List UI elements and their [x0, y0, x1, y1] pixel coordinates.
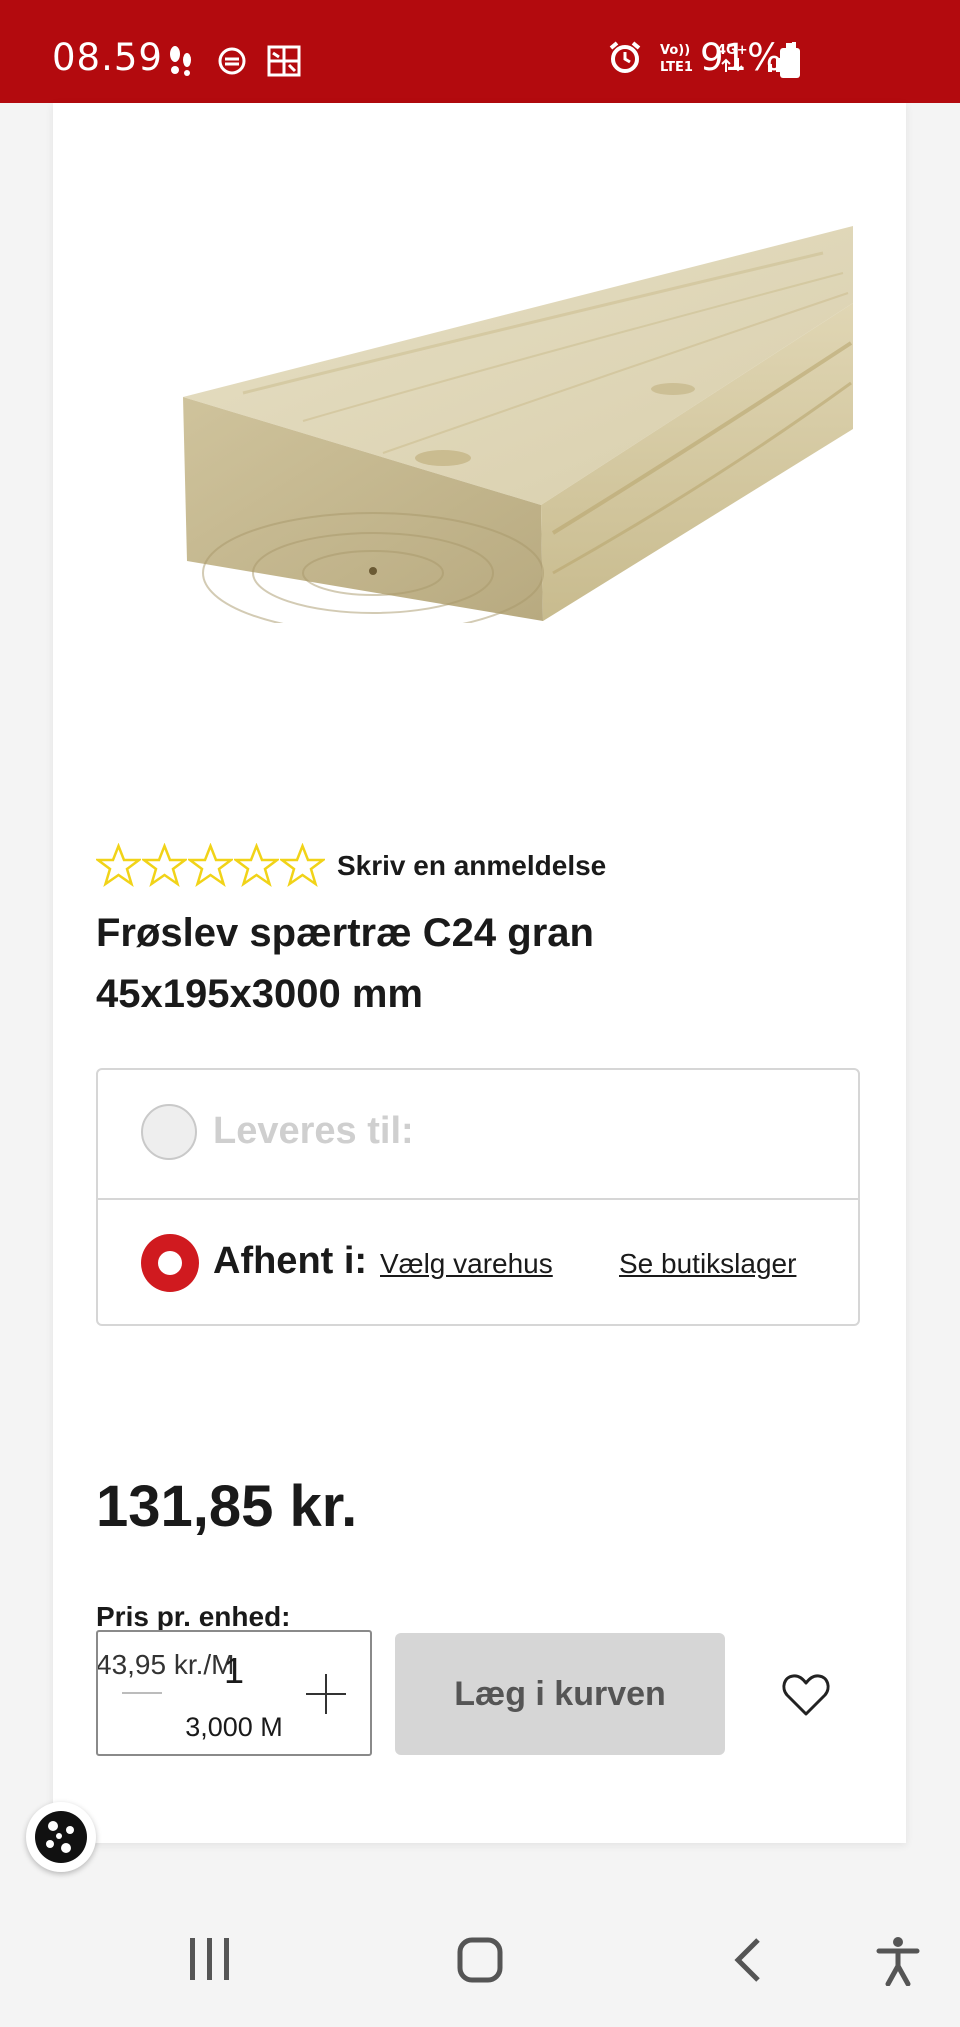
svg-text:LTE1: LTE1 [660, 60, 693, 74]
star-icon[interactable] [96, 843, 141, 888]
quantity-stepper: 1 3,000 M [96, 1630, 372, 1756]
delivery-option-pickup[interactable]: Afhent i: Vælg varehus Se butikslager [98, 1198, 858, 1328]
svg-text:Vo)): Vo)) [660, 43, 690, 58]
heart-icon[interactable] [781, 1670, 831, 1720]
radio-ship[interactable] [141, 1104, 197, 1160]
store-stock-link[interactable]: Se butikslager [619, 1248, 796, 1280]
volte-icon: Vo)) LTE1 [660, 43, 693, 74]
status-time: 08.59 [52, 36, 163, 79]
alarm-icon [609, 41, 641, 73]
delivery-option-ship[interactable]: Leveres til: [98, 1070, 858, 1198]
rating-stars[interactable] [96, 843, 325, 888]
app-notification-icon [218, 47, 246, 75]
notification-icons [165, 44, 301, 78]
product-card: Skriv en anmeldelse Frøslev spærtræ C24 … [53, 103, 906, 1843]
product-title: Frøslev spærtræ C24 gran 45x195x3000 mm [96, 903, 856, 1025]
product-title-line2: 45x195x3000 mm [96, 972, 423, 1016]
choose-store-link[interactable]: Vælg varehus [380, 1248, 553, 1280]
system-nav-bar [0, 1896, 960, 2027]
star-icon[interactable] [142, 843, 187, 888]
back-icon[interactable] [732, 1936, 762, 1984]
quantity-length: 3,000 M [185, 1712, 283, 1742]
delivery-options: Leveres til: Afhent i: Vælg varehus Se b… [96, 1068, 860, 1326]
star-icon[interactable] [234, 843, 279, 888]
product-price: 131,85 kr. [96, 1474, 358, 1539]
star-icon[interactable] [188, 843, 233, 888]
write-review-link[interactable]: Skriv en anmeldelse [337, 850, 606, 882]
battery-percent: 91% [700, 36, 783, 79]
radio-pickup[interactable] [141, 1234, 199, 1292]
rating-row: Skriv en anmeldelse [96, 843, 606, 888]
cookie-icon [35, 1811, 87, 1863]
decrease-quantity-button[interactable] [122, 1692, 162, 1694]
add-to-cart-button[interactable]: Læg i kurven [395, 1633, 725, 1755]
star-icon[interactable] [280, 843, 325, 888]
recent-apps-icon[interactable] [188, 1936, 232, 1982]
product-image [183, 226, 853, 623]
unit-price-label: Pris pr. enhed: [96, 1601, 291, 1632]
pickup-label: Afhent i: [213, 1240, 368, 1282]
cookie-settings-button[interactable] [26, 1802, 96, 1872]
increase-quantity-button[interactable] [306, 1674, 346, 1714]
accessibility-icon[interactable] [876, 1936, 920, 1986]
footsteps-icon [170, 46, 191, 76]
home-icon[interactable] [456, 1936, 504, 1984]
gallery-icon [267, 45, 301, 77]
battery-icon [780, 43, 800, 78]
deliver-to-label: Leveres til: [213, 1110, 414, 1152]
status-bar: 08.59 Vo)) LTE1 4G+ 91% [0, 0, 960, 103]
product-title-line1: Frøslev spærtræ C24 gran [96, 911, 594, 955]
